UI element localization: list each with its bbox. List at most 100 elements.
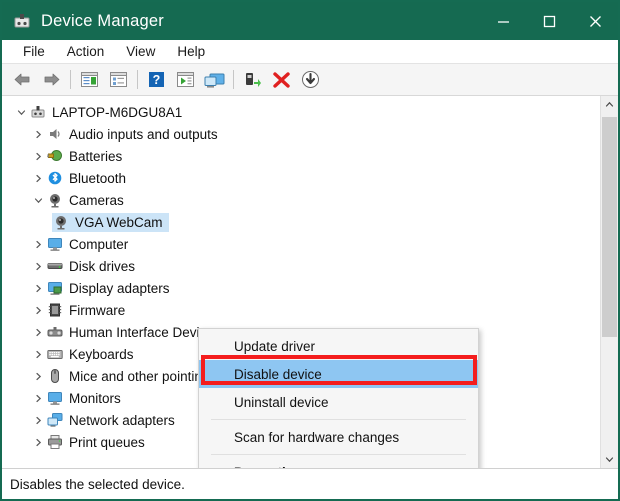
list-view-icon[interactable] — [104, 66, 133, 93]
tree-root-row[interactable]: LAPTOP-M6DGU8A1 — [2, 101, 600, 123]
context-menu-item-scan-for-hardware-changes[interactable]: Scan for hardware changes — [199, 423, 478, 451]
tree-item-label: VGA WebCam — [75, 214, 163, 230]
hid-icon — [46, 324, 64, 340]
chevron-right-icon[interactable] — [30, 306, 46, 315]
tree-item-disk-drives[interactable]: Disk drives — [2, 255, 600, 277]
uninstall-device-icon[interactable] — [267, 66, 296, 93]
tree-item-vga-webcam[interactable]: VGA WebCam — [2, 211, 600, 233]
tree-item-label: Cameras — [69, 192, 124, 208]
tree-item-display-adapters[interactable]: Display adapters — [2, 277, 600, 299]
tree-item-batteries[interactable]: Batteries — [2, 145, 600, 167]
tree-item-label: Keyboards — [69, 346, 134, 362]
window-title: Device Manager — [41, 11, 164, 30]
display-adapter-icon — [46, 280, 64, 296]
speaker-icon — [46, 126, 64, 142]
chevron-down-icon[interactable] — [13, 108, 29, 117]
mouse-icon — [46, 368, 64, 384]
status-bar-text: Disables the selected device. — [10, 476, 185, 492]
chevron-right-icon[interactable] — [30, 284, 46, 293]
tree-item-computer[interactable]: Computer — [2, 233, 600, 255]
monitor-icon — [46, 236, 64, 252]
window-controls — [480, 2, 618, 40]
network-adapter-icon — [46, 412, 64, 428]
tree-item-label: Bluetooth — [69, 170, 127, 186]
menu-file[interactable]: File — [12, 40, 56, 63]
tree-item-label: Monitors — [69, 390, 121, 406]
camera-icon — [46, 192, 64, 208]
tree-item-selection[interactable]: VGA WebCam — [52, 212, 169, 232]
toolbar-separator — [233, 70, 234, 89]
minimize-icon[interactable] — [480, 2, 526, 40]
context-menu-separator — [211, 454, 466, 455]
help-icon[interactable]: ? — [142, 66, 171, 93]
chevron-right-icon[interactable] — [30, 174, 46, 183]
tree-item-label: Print queues — [69, 434, 145, 450]
scrollbar-thumb[interactable] — [602, 117, 617, 337]
tree-item-label: Firmware — [69, 302, 126, 318]
scroll-up-icon[interactable] — [601, 96, 618, 113]
menu-help[interactable]: Help — [166, 40, 216, 63]
chevron-right-icon[interactable] — [30, 350, 46, 359]
maximize-icon[interactable] — [526, 2, 572, 40]
computer-icon — [29, 104, 47, 120]
disk-icon — [46, 258, 64, 274]
camera-icon — [52, 214, 70, 230]
tree-item-bluetooth[interactable]: Bluetooth — [2, 167, 600, 189]
chevron-right-icon[interactable] — [30, 130, 46, 139]
properties-window-icon[interactable] — [75, 66, 104, 93]
firmware-icon — [46, 302, 64, 318]
bluetooth-icon — [46, 170, 64, 186]
menu-bar: File Action View Help — [2, 40, 618, 64]
status-bar: Disables the selected device. — [2, 468, 618, 499]
close-icon[interactable] — [572, 2, 618, 40]
scan-hardware-icon[interactable] — [238, 66, 267, 93]
chevron-right-icon[interactable] — [30, 152, 46, 161]
toolbar-separator — [70, 70, 71, 89]
scroll-down-icon[interactable] — [601, 451, 618, 468]
printer-icon — [46, 434, 64, 450]
device-manager-window: Device Manager File Action View Help ? L… — [0, 0, 620, 501]
chevron-right-icon[interactable] — [30, 394, 46, 403]
tree-item-label: Network adapters — [69, 412, 175, 428]
tree-item-cameras[interactable]: Cameras — [2, 189, 600, 211]
device-tree[interactable]: LAPTOP-M6DGU8A1 Audio inputs and outputs — [2, 96, 600, 468]
svg-text:?: ? — [153, 73, 161, 87]
toolbar-separator — [137, 70, 138, 89]
context-menu-item-update-driver[interactable]: Update driver — [199, 332, 478, 360]
title-bar: Device Manager — [2, 2, 618, 40]
monitor-icon[interactable] — [200, 66, 229, 93]
chevron-right-icon[interactable] — [30, 240, 46, 249]
tree-item-audio[interactable]: Audio inputs and outputs — [2, 123, 600, 145]
tree-item-label: Computer — [69, 236, 129, 252]
play-window-icon[interactable] — [171, 66, 200, 93]
tree-item-label: Audio inputs and outputs — [69, 126, 218, 142]
context-menu-separator — [211, 419, 466, 420]
device-manager-icon — [12, 11, 32, 31]
chevron-right-icon[interactable] — [30, 416, 46, 425]
disable-device-icon[interactable] — [296, 66, 325, 93]
context-menu-item-uninstall-device[interactable]: Uninstall device — [199, 388, 478, 416]
menu-view[interactable]: View — [115, 40, 166, 63]
menu-action[interactable]: Action — [56, 40, 116, 63]
chevron-right-icon[interactable] — [30, 328, 46, 337]
tree-item-firmware[interactable]: Firmware — [2, 299, 600, 321]
context-menu: Update driver Disable device Uninstall d… — [198, 328, 479, 468]
tree-item-label: Disk drives — [69, 258, 136, 274]
toolbar: ? — [2, 64, 618, 96]
device-tree-area: LAPTOP-M6DGU8A1 Audio inputs and outputs — [2, 96, 618, 468]
keyboard-icon — [46, 346, 64, 362]
chevron-right-icon[interactable] — [30, 262, 46, 271]
chevron-right-icon[interactable] — [30, 438, 46, 447]
tree-root-label: LAPTOP-M6DGU8A1 — [52, 104, 183, 120]
battery-icon — [46, 148, 64, 164]
tree-item-label: Display adapters — [69, 280, 170, 296]
back-icon[interactable] — [8, 66, 37, 93]
chevron-down-icon[interactable] — [30, 196, 46, 205]
scrollbar-track[interactable] — [601, 113, 618, 451]
monitor-icon — [46, 390, 64, 406]
chevron-right-icon[interactable] — [30, 372, 46, 381]
forward-icon[interactable] — [37, 66, 66, 93]
vertical-scrollbar[interactable] — [600, 96, 618, 468]
context-menu-item-properties[interactable]: Properties — [199, 458, 478, 469]
context-menu-item-disable-device[interactable]: Disable device — [199, 360, 478, 388]
